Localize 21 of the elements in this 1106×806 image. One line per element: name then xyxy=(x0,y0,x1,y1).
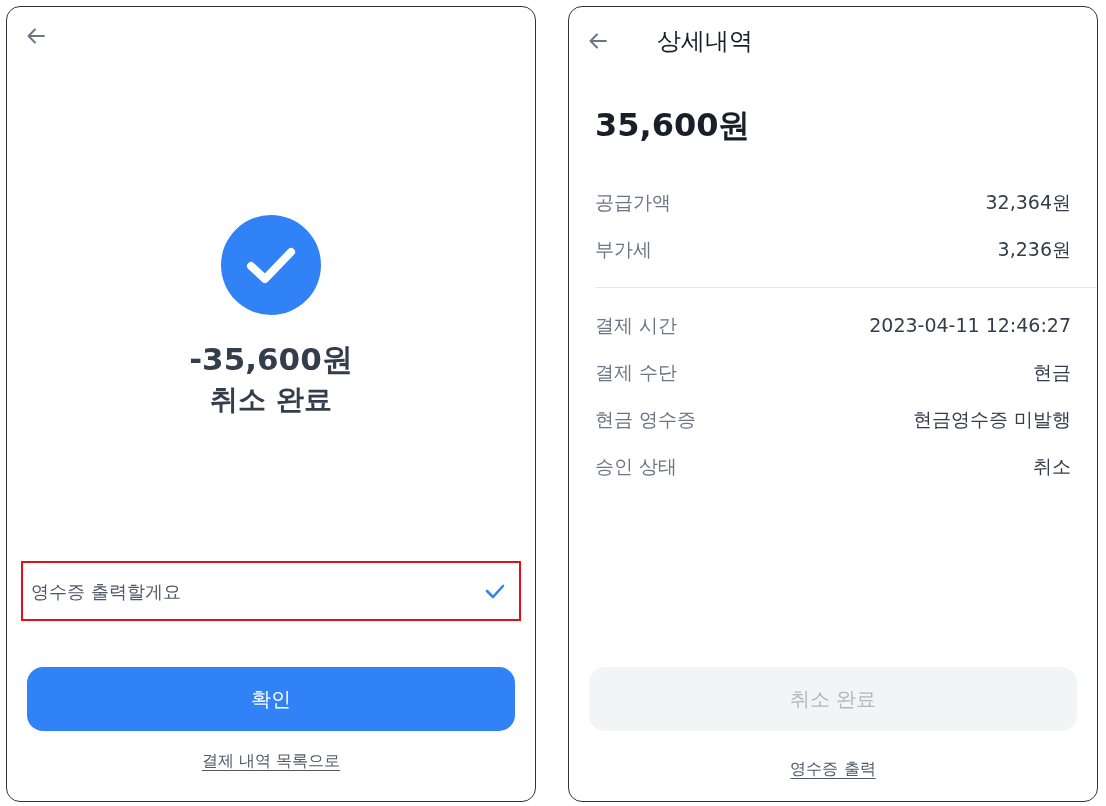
success-check-icon xyxy=(221,215,321,315)
cancel-amount: -35,600원 xyxy=(189,340,353,379)
total-amount: 35,600원 xyxy=(594,105,752,146)
detail-value: 현금 xyxy=(1033,360,1071,386)
detail-label: 부가세 xyxy=(595,237,652,263)
detail-value: 취소 xyxy=(1033,454,1071,480)
detail-label: 결제 시간 xyxy=(595,313,678,339)
cancel-status: 취소 완료 xyxy=(210,382,332,419)
detail-value: 32,364원 xyxy=(985,190,1071,216)
detail-value: 3,236원 xyxy=(997,237,1071,263)
confirm-button[interactable]: 확인 xyxy=(27,667,515,731)
print-receipt-link[interactable]: 영수증 출력 xyxy=(790,759,876,778)
detail-label: 결제 수단 xyxy=(595,360,678,386)
receipt-option[interactable]: 영수증 출력할게요 xyxy=(21,561,521,621)
detail-value: 2023-04-11 12:46:27 xyxy=(869,313,1071,339)
detail-label: 승인 상태 xyxy=(595,454,678,480)
detail-value: 현금영수증 미발행 xyxy=(912,407,1071,433)
detail-label: 공급가액 xyxy=(595,190,671,216)
page-title: 상세내역 xyxy=(657,26,753,57)
detail-label: 현금 영수증 xyxy=(595,407,697,433)
payment-list-link[interactable]: 결제 내역 목록으로 xyxy=(201,751,341,770)
